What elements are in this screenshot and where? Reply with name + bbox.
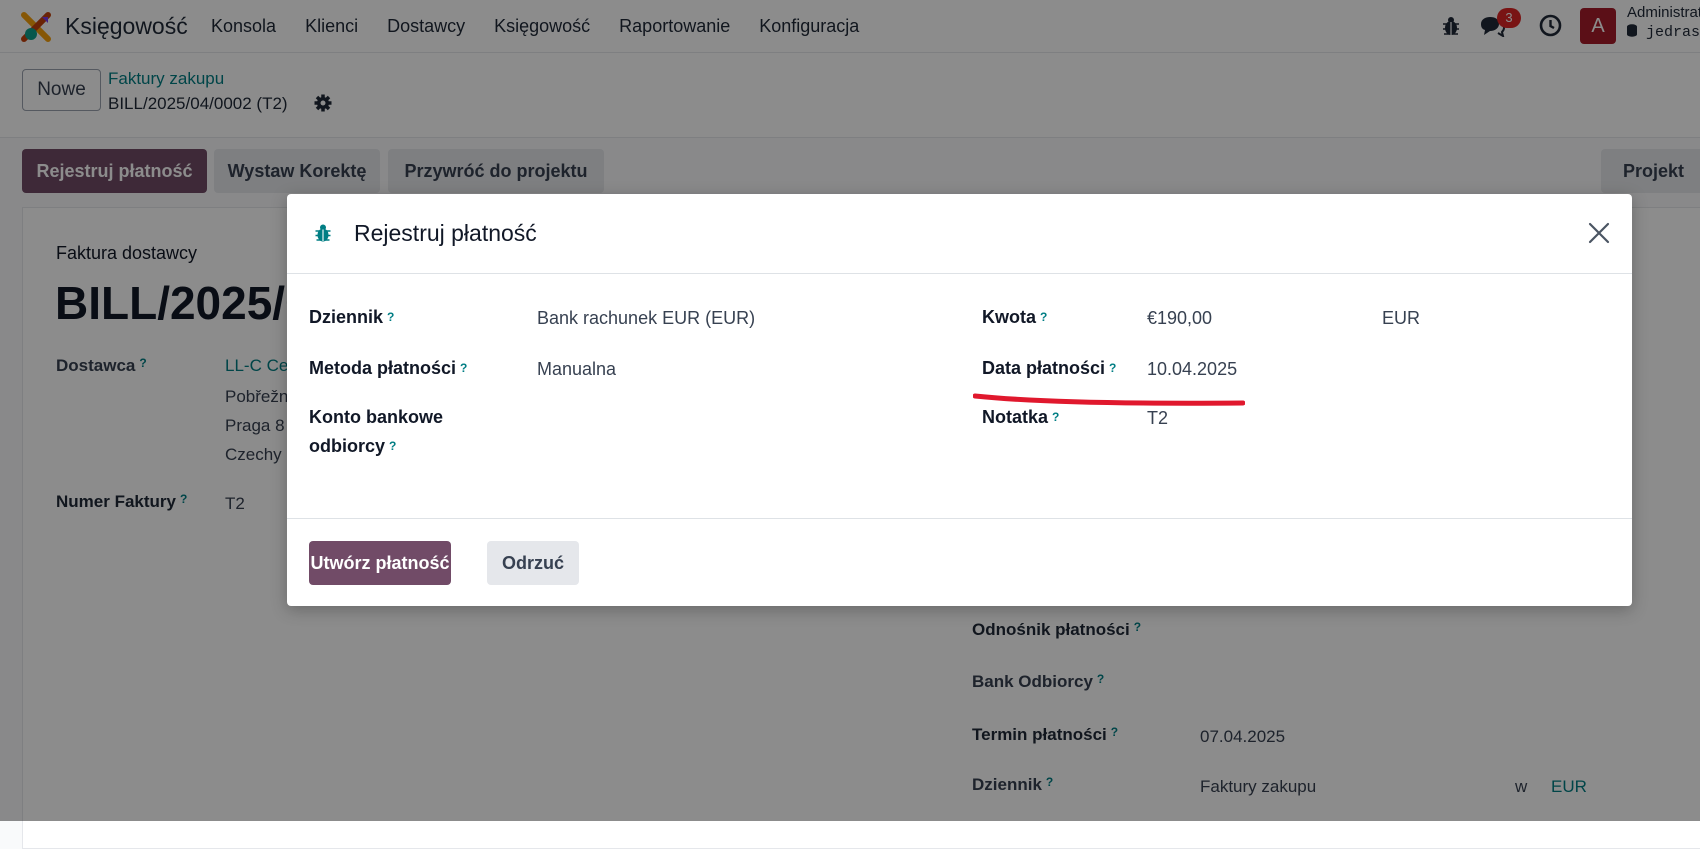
red-underline-annotation [973, 393, 1245, 406]
bug-icon [315, 224, 331, 242]
dialog-footer: Utwórz płatność Odrzuć [287, 518, 1632, 607]
amount-value[interactable]: €190,00 [1147, 304, 1212, 333]
register-payment-dialog: Rejestruj płatność Dziennik? Bank rachun… [287, 194, 1632, 606]
recipient-bank-account-field[interactable] [537, 403, 887, 432]
payment-date-label: Data płatności? [982, 358, 1117, 378]
payment-method-label: Metoda płatności? [309, 358, 468, 378]
payment-date-value[interactable]: 10.04.2025 [1147, 355, 1237, 384]
amount-label: Kwota? [982, 307, 1048, 327]
amount-currency[interactable]: EUR [1382, 304, 1420, 333]
dialog-journal-value[interactable]: Bank rachunek EUR (EUR) [537, 304, 755, 333]
recipient-bank-account-label-line2: odbiorcy? [309, 436, 397, 456]
memo-label: Notatka? [982, 407, 1060, 427]
help-marker[interactable]: ? [460, 361, 467, 375]
help-marker[interactable]: ? [387, 310, 394, 324]
help-marker[interactable]: ? [1052, 410, 1059, 424]
dialog-journal-label: Dziennik? [309, 307, 395, 327]
dialog-body: Dziennik? Bank rachunek EUR (EUR) Metoda… [287, 274, 1632, 512]
payment-method-value[interactable]: Manualna [537, 355, 616, 384]
help-marker[interactable]: ? [389, 439, 396, 453]
help-marker[interactable]: ? [1040, 310, 1047, 324]
create-payment-button[interactable]: Utwórz płatność [309, 541, 451, 585]
recipient-bank-account-label: Konto bankowe [309, 407, 443, 427]
memo-value[interactable]: T2 [1147, 404, 1168, 433]
dialog-header: Rejestruj płatność [287, 194, 1632, 274]
help-marker[interactable]: ? [1109, 361, 1116, 375]
close-icon[interactable] [1587, 221, 1611, 245]
dialog-title: Rejestruj płatność [354, 220, 537, 246]
discard-button[interactable]: Odrzuć [487, 541, 579, 585]
